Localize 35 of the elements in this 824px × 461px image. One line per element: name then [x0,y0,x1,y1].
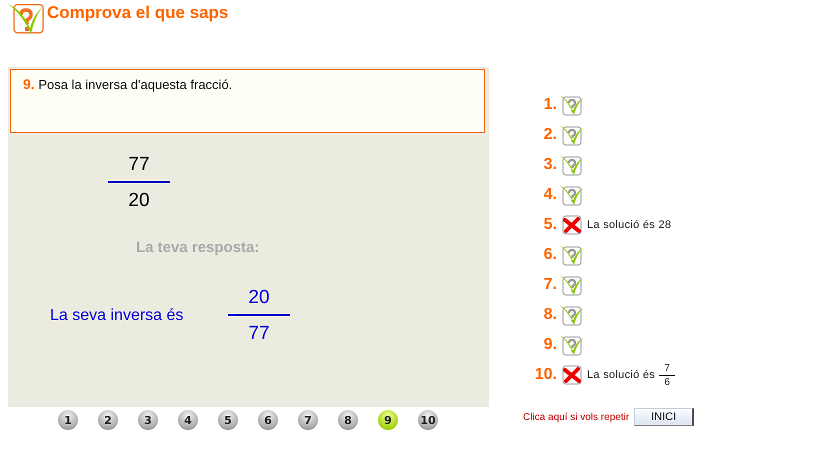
result-number: 5. [542,216,557,234]
numerator: 77 [128,153,150,177]
result-number: 6. [542,246,557,264]
page-button[interactable]: 3 [138,410,158,430]
result-number: 8. [542,306,557,324]
result-number: 9. [542,336,557,354]
page-button[interactable]: 8 [338,410,358,430]
page-button[interactable]: 2 [98,410,118,430]
result-number: 4. [542,186,557,204]
result-number: 10. [534,366,557,384]
page-button[interactable]: 6 [258,410,278,430]
numerator: 20 [248,286,270,310]
page-button[interactable]: 5 [218,410,238,430]
solution-text: La solució és 28 [587,219,672,231]
result-number: 1. [542,96,557,114]
numerator: 7 [664,362,670,374]
page-button[interactable]: 7 [298,410,318,430]
result-number: 2. [542,126,557,144]
start-button[interactable]: INICI [634,408,694,426]
question-number: 9. [23,76,35,92]
page-title: Comprova el que saps [47,3,228,23]
question-text: Posa la inversa d'aquesta fracció. [38,77,232,92]
result-number: 7. [542,276,557,294]
answer-label: La teva resposta: [136,239,260,256]
restart-hint: Clica aquí si vols repetir [523,412,630,422]
denominator: 77 [248,322,270,346]
page-button[interactable]: 9 [378,410,398,430]
page-button[interactable]: 1 [58,410,78,430]
denominator: 6 [664,376,670,388]
answer-text: La seva inversa és [50,307,184,325]
denominator: 20 [128,189,150,213]
solution-label: La solució és [587,369,656,381]
page-button[interactable]: 10 [418,410,438,430]
page-button[interactable]: 4 [178,410,198,430]
result-number: 3. [542,156,557,174]
